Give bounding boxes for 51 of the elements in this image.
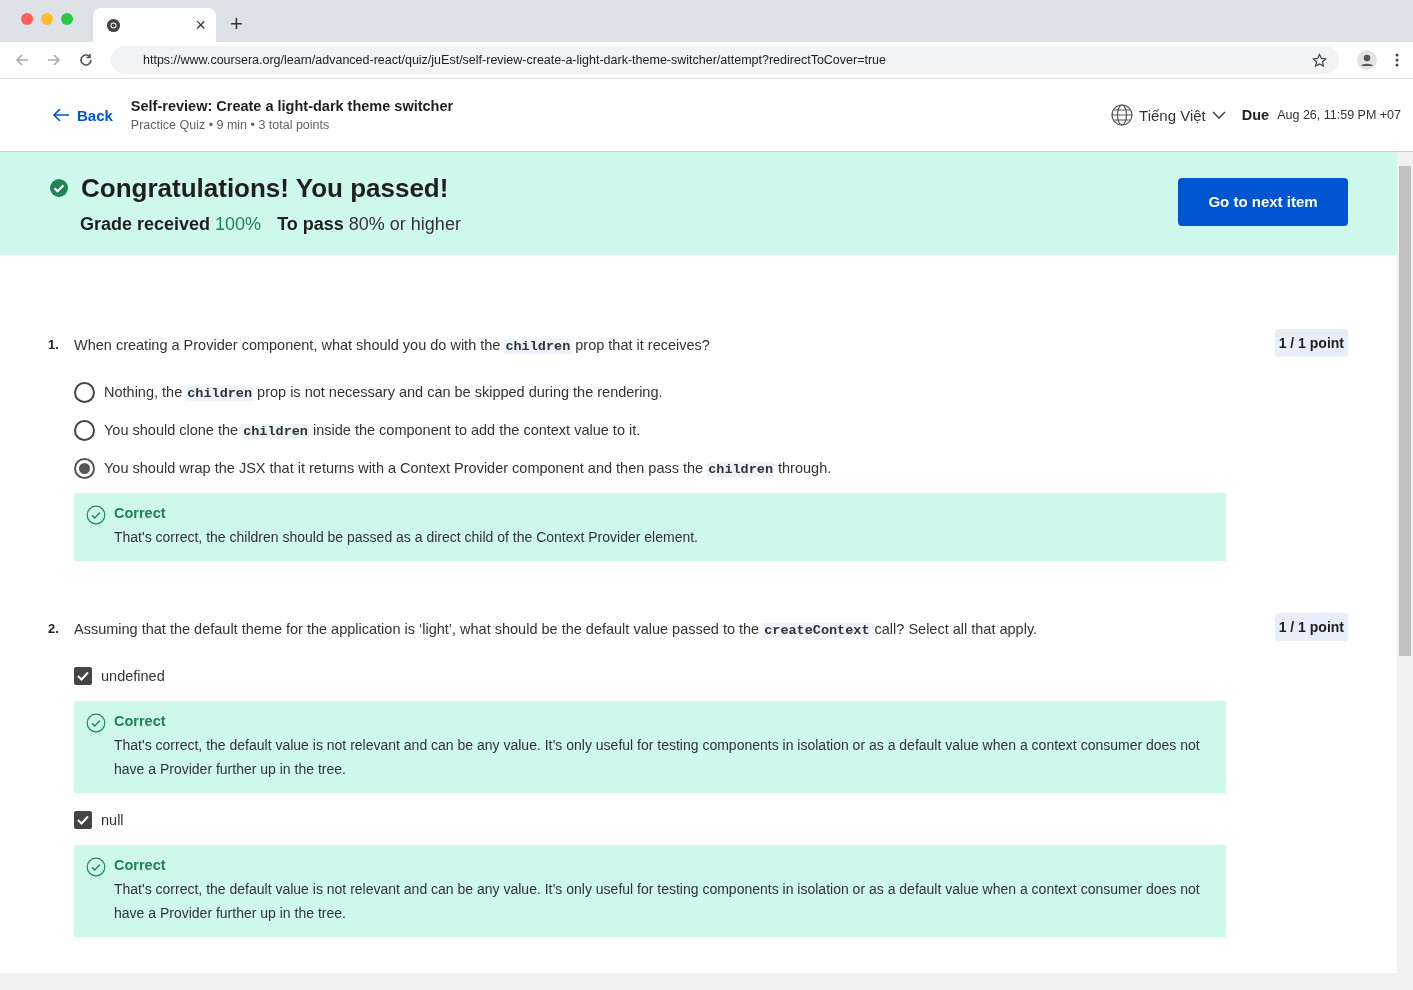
globe-icon[interactable] xyxy=(1111,104,1134,126)
radio-button[interactable] xyxy=(74,419,95,441)
feedback-text: That's correct, the children should be passed as a direct child of the Context Provider element. xyxy=(114,528,699,547)
option-text: undefined xyxy=(101,668,165,684)
option-text: You should clone the children inside the component to add the context value to it. xyxy=(104,421,641,439)
close-tab-button[interactable]: × xyxy=(195,14,206,36)
points-badge: 1 / 1 point xyxy=(1274,613,1348,641)
star-icon[interactable] xyxy=(1312,52,1327,68)
back-arrow-icon[interactable] xyxy=(52,107,70,123)
feedback-label: Correct xyxy=(114,857,167,873)
feedback-text: That's correct, the default value is not relevant and can be any value. It’s only useful for testing components in isolation or as a default value when a context consumer does not have a Provider further up in the tree. xyxy=(114,736,1201,779)
points-badge: 1 / 1 point xyxy=(1274,329,1348,357)
language-selector[interactable]: Tiếng Việt xyxy=(1111,104,1226,126)
radio-button[interactable] xyxy=(74,381,95,403)
quiz-title: Self-review: Create a light-dark theme switcher xyxy=(130,98,455,114)
grade-value: 100% xyxy=(215,213,262,235)
address-bar[interactable]: https://www.coursera.org/learn/advanced-react/quiz/juEst/self-review-create-a-light-dark-theme-switcher/attempt?redirectToCover=true xyxy=(111,46,1339,74)
option-text: null xyxy=(101,812,124,828)
checkbox[interactable] xyxy=(74,811,92,829)
option-text: You should wrap the JSX that it returns with a Context Provider component and then pass the children through. xyxy=(104,459,832,477)
check-circle-icon xyxy=(86,505,106,525)
vertical-scrollbar[interactable] xyxy=(1397,152,1413,973)
check-circle-icon xyxy=(49,178,69,198)
more-menu-icon[interactable] xyxy=(1395,53,1399,67)
question-number: 2. xyxy=(48,620,60,636)
checkbox[interactable] xyxy=(74,667,92,685)
feedback-label: Correct xyxy=(114,505,167,521)
check-circle-icon xyxy=(86,713,106,733)
question-number: 1. xyxy=(48,336,60,352)
feedback-label: Correct xyxy=(114,713,167,729)
radio-button[interactable] xyxy=(74,457,95,479)
pass-label: To pass xyxy=(277,213,344,235)
due-date: Aug 26, 11:59 PM +07 xyxy=(1277,108,1401,122)
browser-icon xyxy=(106,17,121,33)
question-text: Assuming that the default theme for the application is ‘light’, what should be the default value passed to the createContext call? Select all that apply. xyxy=(74,620,1039,640)
due-label: Due xyxy=(1241,107,1270,123)
grade-label: Grade received xyxy=(80,213,211,235)
back-link[interactable]: Back xyxy=(52,106,113,124)
result-title: Congratulations! You passed! xyxy=(81,172,449,204)
feedback-text: That's correct, the default value is not relevant and can be any value. It’s only useful for testing components in isolation or as a default value when a context consumer does not have a Provider further up in the tree. xyxy=(114,880,1201,923)
check-circle-icon xyxy=(86,857,106,877)
profile-icon[interactable] xyxy=(1357,50,1377,70)
question-text: When creating a Provider component, what should you do with the children prop that it receives? xyxy=(74,336,711,356)
browser-tab[interactable]: × xyxy=(93,8,216,42)
next-item-button[interactable]: Go to next item xyxy=(1178,177,1348,226)
option-text: Nothing, the children prop is not necessary and can be skipped during the rendering. xyxy=(104,383,663,401)
pass-value: 80% or higher xyxy=(348,213,461,235)
quiz-meta: Practice Quiz • 9 min • 3 total points xyxy=(130,118,331,132)
new-tab-button[interactable]: + xyxy=(230,11,243,37)
chevron-down-icon[interactable] xyxy=(1211,110,1226,120)
reload-icon[interactable] xyxy=(79,53,93,67)
